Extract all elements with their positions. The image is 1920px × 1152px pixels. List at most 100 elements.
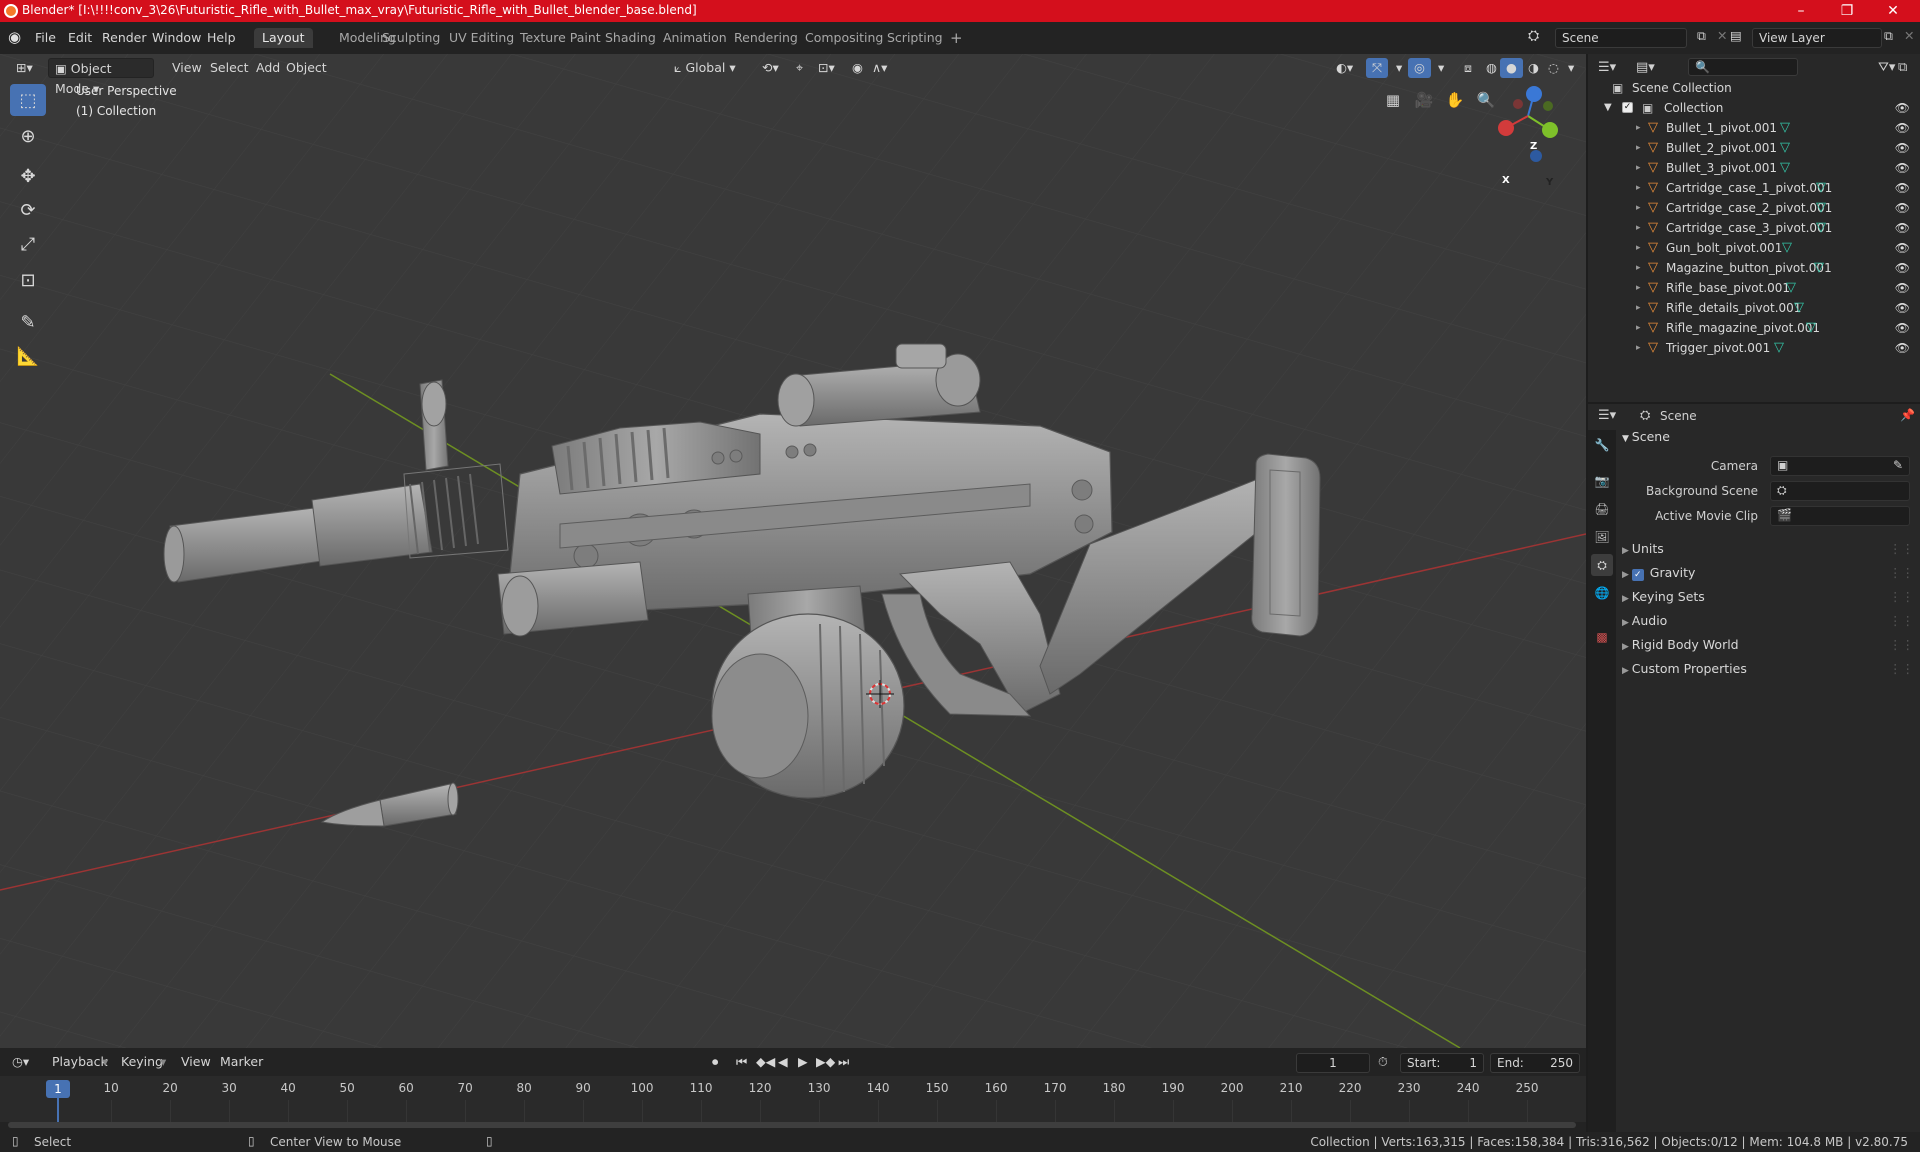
gizmo-dropdown-icon[interactable]: ▾ (1390, 58, 1408, 78)
overlays-dropdown-icon[interactable]: ▾ (1432, 58, 1450, 78)
timeline-menu-keying[interactable]: Keying (121, 1054, 163, 1069)
stopwatch-icon[interactable]: ⏱ (1378, 1054, 1388, 1070)
toggle-grid-view-icon[interactable]: ▦ (1379, 86, 1407, 114)
drag-handle-icon[interactable]: ⋮⋮ (1889, 658, 1914, 680)
keying-dropdown-icon[interactable]: ▾ (160, 1054, 166, 1069)
gizmo-toggle-icon[interactable]: ⤧ (1366, 58, 1389, 78)
jump-end-button[interactable]: ⏭ (838, 1054, 849, 1070)
move-tool[interactable]: ✥ (10, 160, 46, 192)
background-scene-field[interactable]: ⛭ (1770, 481, 1910, 501)
playback-dropdown-icon[interactable]: ▾ (102, 1054, 108, 1069)
outliner-editor-icon[interactable]: ☰▾ (1598, 60, 1616, 75)
add-workspace-button[interactable]: + (942, 28, 971, 48)
zoom-view-icon[interactable]: 🔍 (1472, 86, 1500, 114)
overlays-toggle-icon[interactable]: ◎ (1408, 58, 1431, 78)
menu-render[interactable]: Render (102, 30, 147, 45)
new-collection-icon[interactable]: ⧉ (1898, 60, 1907, 75)
visibility-eye-icon[interactable]: 👁 (1895, 318, 1910, 338)
outliner-object-row[interactable]: ▸ ▽ Cartridge_case_2_pivot.001 ▽ 👁 (1588, 198, 1920, 218)
tab-animation[interactable]: Animation (655, 28, 735, 48)
properties-section-gravity[interactable]: ▶ ✓ Gravity ⋮⋮ (1622, 562, 1916, 584)
jump-start-button[interactable]: ⏮ (736, 1054, 747, 1070)
solid-shading-icon[interactable]: ● (1500, 58, 1523, 78)
expand-arrow-icon[interactable]: ▸ (1636, 198, 1641, 218)
new-view-layer-icon[interactable]: ⧉ (1884, 28, 1893, 44)
blender-menu-icon[interactable]: ◉ (8, 28, 21, 46)
outliner-object-row[interactable]: ▸ ▽ Bullet_2_pivot.001 ▽ 👁 (1588, 138, 1920, 158)
world-properties-tab[interactable]: 🌐 (1591, 582, 1613, 604)
start-frame-field[interactable]: Start: 1 (1400, 1053, 1484, 1073)
expand-arrow-icon[interactable]: ▸ (1636, 158, 1641, 178)
mesh-data-icon[interactable]: ▽ (1780, 118, 1790, 138)
menu-edit[interactable]: Edit (68, 30, 92, 45)
outliner-scene-collection[interactable]: ▣ Scene Collection (1588, 78, 1920, 98)
tab-layout[interactable]: Layout (254, 28, 313, 48)
transform-orientation-dropdown[interactable]: ⟀ Global ▾ (668, 58, 742, 78)
expand-arrow-icon[interactable]: ▸ (1636, 278, 1641, 298)
mesh-data-icon[interactable]: ▽ (1774, 338, 1784, 358)
tab-texture-paint[interactable]: Texture Paint (512, 28, 609, 48)
outliner-object-row[interactable]: ▸ ▽ Rifle_magazine_pivot.001 ▽ 👁 (1588, 318, 1920, 338)
properties-section-keying-sets[interactable]: ▶ Keying Sets ⋮⋮ (1622, 586, 1916, 608)
outliner-object-row[interactable]: ▸ ▽ Gun_bolt_pivot.001 ▽ 👁 (1588, 238, 1920, 258)
outliner-object-row[interactable]: ▸ ▽ Rifle_details_pivot.001 ▽ 👁 (1588, 298, 1920, 318)
snap-target-icon[interactable]: ⊡▾ (812, 58, 841, 78)
select-box-tool[interactable]: ⬚ (10, 84, 46, 116)
view-layer-selector[interactable]: View Layer (1752, 28, 1882, 48)
visibility-eye-icon[interactable]: 👁 (1895, 278, 1910, 298)
timeline-menu-view[interactable]: View (181, 1054, 211, 1069)
expand-arrow-icon[interactable]: ▸ (1636, 178, 1641, 198)
shading-dropdown-icon[interactable]: ▾ (1562, 58, 1580, 78)
filter-icon[interactable]: ⛛▾ (1878, 60, 1895, 75)
minimize-button[interactable]: – (1778, 0, 1824, 22)
outliner-search-input[interactable]: 🔍 (1688, 58, 1798, 76)
new-scene-icon[interactable]: ⧉ (1697, 28, 1706, 44)
tab-scripting[interactable]: Scripting (879, 28, 951, 48)
expand-arrow-icon[interactable]: ▸ (1636, 318, 1641, 338)
texture-properties-tab[interactable]: ▩ (1591, 626, 1613, 648)
close-button[interactable]: ✕ (1870, 0, 1916, 22)
collection-checkbox[interactable]: ✓ (1622, 102, 1633, 113)
expand-arrow-icon[interactable]: ▸ (1636, 238, 1641, 258)
menu-window[interactable]: Window (152, 30, 201, 45)
outliner-object-row[interactable]: ▸ ▽ Cartridge_case_3_pivot.001 ▽ 👁 (1588, 218, 1920, 238)
viewport-menu-view[interactable]: View (166, 58, 208, 78)
cursor-tool[interactable]: ⊕ (10, 120, 46, 152)
scene-panel-header[interactable]: ▼ Scene (1622, 426, 1916, 448)
3d-viewport[interactable]: Z Y X User Perspective (1) Collection (0, 54, 1586, 1048)
xray-toggle-icon[interactable]: ⧈ (1458, 58, 1478, 78)
maximize-button[interactable]: ❐ (1824, 0, 1870, 22)
tab-sculpting[interactable]: Sculpting (374, 28, 448, 48)
tab-shading[interactable]: Shading (597, 28, 664, 48)
timeline-menu-playback[interactable]: Playback (52, 1054, 108, 1069)
outliner-object-row[interactable]: ▸ ▽ Magazine_button_pivot.001 ▽ 👁 (1588, 258, 1920, 278)
visibility-eye-icon[interactable]: 👁 (1895, 218, 1910, 238)
delete-scene-icon[interactable]: ✕ (1717, 28, 1727, 43)
drag-handle-icon[interactable]: ⋮⋮ (1889, 586, 1914, 608)
next-keyframe-button[interactable]: ▶◆ (816, 1054, 835, 1069)
tool-properties-tab[interactable]: 🔧 (1591, 434, 1613, 456)
mesh-data-icon[interactable]: ▽ (1780, 138, 1790, 158)
camera-field[interactable]: ▣ ✎ (1770, 456, 1910, 476)
timeline-scrollbar[interactable] (8, 1122, 1576, 1128)
visibility-eye-icon[interactable]: 👁 (1895, 198, 1910, 218)
falloff-icon[interactable]: ∧▾ (866, 58, 893, 78)
menu-file[interactable]: File (35, 30, 56, 45)
mesh-data-icon[interactable]: ▽ (1786, 278, 1796, 298)
display-mode-icon[interactable]: ▤▾ (1636, 60, 1655, 75)
expand-arrow-icon[interactable]: ▸ (1636, 258, 1641, 278)
mesh-data-icon[interactable]: ▽ (1806, 318, 1816, 338)
mesh-data-icon[interactable]: ▽ (1782, 238, 1792, 258)
outliner-object-row[interactable]: ▸ ▽ Rifle_base_pivot.001 ▽ 👁 (1588, 278, 1920, 298)
outliner-object-row[interactable]: ▸ ▽ Cartridge_case_1_pivot.001 ▽ 👁 (1588, 178, 1920, 198)
expand-arrow-icon[interactable]: ▸ (1636, 218, 1641, 238)
mesh-data-icon[interactable]: ▽ (1816, 218, 1826, 238)
play-reverse-button[interactable]: ◀ (778, 1054, 788, 1069)
gravity-checkbox[interactable]: ✓ (1631, 569, 1644, 581)
visibility-eye-icon[interactable]: 👁 (1895, 98, 1910, 118)
expand-arrow-icon[interactable]: ▸ (1636, 138, 1641, 158)
rotate-tool[interactable]: ⟳ (10, 194, 46, 226)
visibility-eye-icon[interactable]: 👁 (1895, 298, 1910, 318)
viewport-menu-object[interactable]: Object (280, 58, 333, 78)
mesh-data-icon[interactable]: ▽ (1816, 198, 1826, 218)
